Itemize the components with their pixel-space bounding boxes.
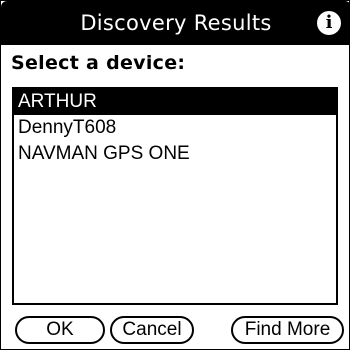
title-bar: Discovery Results i: [1, 1, 350, 45]
cancel-button[interactable]: Cancel: [110, 316, 194, 344]
device-list-item[interactable]: ARTHUR: [14, 89, 336, 115]
select-device-label: Select a device:: [11, 52, 186, 74]
ok-button[interactable]: OK: [15, 316, 105, 344]
device-list-item[interactable]: NAVMAN GPS ONE: [14, 141, 336, 167]
dialog-title: Discovery Results: [80, 11, 272, 35]
info-icon[interactable]: i: [317, 11, 341, 35]
device-list[interactable]: ARTHUR DennyT608 NAVMAN GPS ONE: [12, 87, 338, 305]
find-more-button[interactable]: Find More: [231, 316, 344, 344]
device-list-item[interactable]: DennyT608: [14, 115, 336, 141]
discovery-dialog: Discovery Results i Select a device: ART…: [0, 0, 350, 350]
